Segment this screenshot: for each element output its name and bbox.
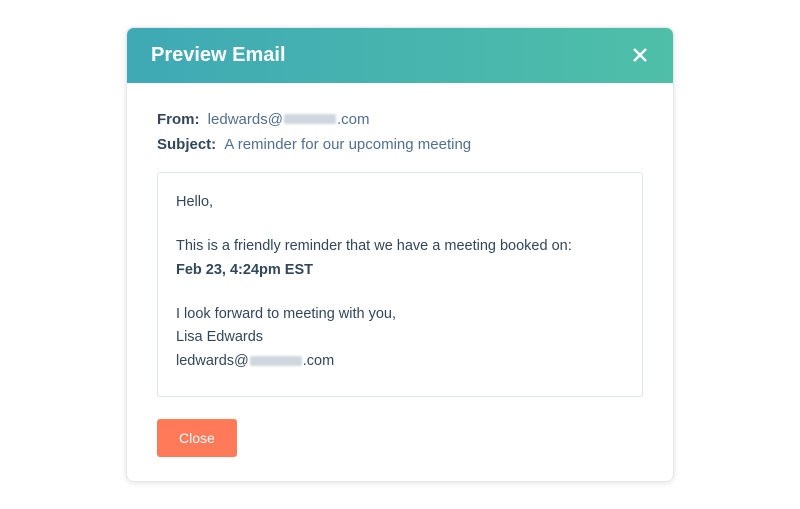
modal-header: Preview Email <box>127 28 673 83</box>
close-icon[interactable] <box>631 46 649 64</box>
sender-email: ledwards@ .com <box>176 350 624 374</box>
from-label: From: <box>157 111 200 128</box>
modal-title: Preview Email <box>151 44 286 67</box>
subject-row: Subject: A reminder for our upcoming mee… <box>157 132 643 158</box>
redacted-domain <box>250 356 302 366</box>
greeting: Hello, <box>176 191 624 215</box>
reminder-block: This is a friendly reminder that we have… <box>176 235 624 283</box>
from-row: From: ledwards@ .com <box>157 107 643 133</box>
preview-email-modal: Preview Email From: ledwards@ .com Subjec… <box>126 27 674 483</box>
from-value: ledwards@ .com <box>208 111 370 128</box>
subject-label: Subject: <box>157 136 216 153</box>
modal-footer: Close <box>157 419 643 457</box>
from-prefix: ledwards@ <box>208 111 283 128</box>
email-body: Hello, This is a friendly reminder that … <box>157 172 643 398</box>
sender-name: Lisa Edwards <box>176 326 624 350</box>
subject-value: A reminder for our upcoming meeting <box>224 136 471 153</box>
from-suffix: .com <box>337 111 370 128</box>
redacted-domain <box>284 114 336 124</box>
signature-block: I look forward to meeting with you, Lisa… <box>176 303 624 375</box>
meeting-time: Feb 23, 4:24pm EST <box>176 259 624 283</box>
modal-body: From: ledwards@ .com Subject: A reminder … <box>127 83 673 482</box>
sender-email-prefix: ledwards@ <box>176 353 249 369</box>
close-button[interactable]: Close <box>157 419 237 457</box>
reminder-intro: This is a friendly reminder that we have… <box>176 235 624 259</box>
closing-line: I look forward to meeting with you, <box>176 303 624 327</box>
sender-email-suffix: .com <box>303 353 334 369</box>
